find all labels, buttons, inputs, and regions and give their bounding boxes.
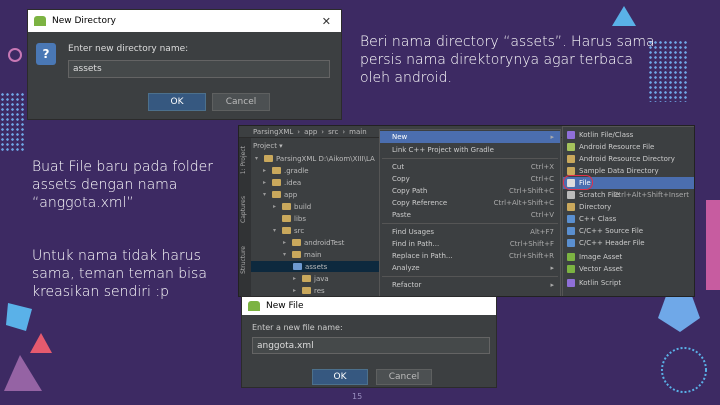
tree-item[interactable]: ▸ res (293, 285, 325, 296)
ok-button[interactable]: OK (312, 369, 368, 385)
menu-item-find-usages[interactable]: Find Usages Alt+F7 (380, 226, 560, 238)
folder-icon (567, 155, 575, 163)
dialog-titlebar: New Directory ✕ (28, 10, 341, 32)
tree-item-selected[interactable]: assets (251, 261, 379, 272)
kotlin-icon (567, 131, 575, 139)
new-file-dialog: New File Enter a new file name: anggota.… (241, 296, 497, 388)
question-icon: ? (36, 43, 56, 65)
dialog-title: New File (266, 301, 304, 311)
dialog-titlebar: New File (242, 297, 496, 315)
tree-item[interactable]: ▸ build (273, 201, 311, 212)
menu-item-new[interactable]: New ▸ (380, 131, 560, 143)
ok-button[interactable]: OK (148, 93, 206, 111)
tree-item[interactable]: ▸ .idea (263, 177, 301, 188)
android-icon (567, 253, 575, 261)
android-studio-icon (34, 16, 46, 26)
menu-item-copy-reference[interactable]: Copy Reference Ctrl+Alt+Shift+C (380, 197, 560, 209)
decor-dots-left (0, 92, 26, 152)
submenu-item-vector-asset[interactable]: Vector Asset (563, 263, 694, 275)
kotlin-icon (567, 279, 575, 287)
breadcrumb-item[interactable]: src (328, 128, 338, 136)
menu-item-copy-path[interactable]: Copy Path Ctrl+Shift+C (380, 185, 560, 197)
side-tab-structure[interactable]: Structure (240, 246, 250, 274)
submenu-item-cpp-source[interactable]: C/C++ Source File (563, 225, 694, 237)
menu-item-cut[interactable]: Cut Ctrl+X (380, 161, 560, 173)
submenu-item-cpp-class[interactable]: C++ Class (563, 213, 694, 225)
side-tab-project[interactable]: 1: Project (240, 146, 250, 174)
tree-item[interactable]: libs (273, 213, 306, 224)
breadcrumb-item[interactable]: ParsingXML (253, 128, 293, 136)
tree-item[interactable]: ▸ .gradle (263, 165, 309, 176)
close-icon[interactable]: ✕ (322, 15, 331, 28)
folder-icon (567, 167, 575, 175)
submenu-item-cpp-header[interactable]: C/C++ Header File (563, 237, 694, 249)
cpp-icon (567, 227, 575, 235)
side-tool-tabs: 1: Project Captures Structure (239, 138, 251, 296)
ide-project-panel: ParsingXML › app › src › main 1: Project Ca… (238, 125, 695, 297)
menu-item-analyze[interactable]: Analyze ▸ (380, 262, 560, 274)
android-file-icon (567, 143, 575, 151)
submenu-item-android-resource-directory[interactable]: Android Resource Directory (563, 153, 694, 165)
decor-shapes-bottom-left (4, 303, 52, 391)
cancel-button[interactable]: Cancel (376, 369, 432, 385)
android-studio-icon (248, 301, 260, 311)
tree-item[interactable]: ▾ ParsingXML D:\Aikom\XIII\LA (255, 153, 375, 164)
tree-item[interactable]: ▾ src (273, 225, 304, 236)
folder-icon (567, 203, 575, 211)
new-directory-dialog: New Directory ✕ ? Enter new directory na… (27, 9, 342, 120)
annotation-circle (563, 175, 593, 190)
page-number: 15 (352, 392, 363, 401)
file-name-input[interactable]: anggota.xml (252, 337, 490, 354)
file-name-prompt: Enter a new file name: (252, 323, 343, 332)
decor-bar-right (706, 200, 720, 290)
tree-item[interactable]: ▸ java (293, 273, 329, 284)
tree-item[interactable]: ▸ androidTest (283, 237, 344, 248)
new-submenu: Kotlin File/Class Android Resource File … (562, 126, 694, 296)
breadcrumb-item[interactable]: app (304, 128, 317, 136)
submenu-item-directory[interactable]: Directory (563, 201, 694, 213)
side-tab-captures[interactable]: Captures (240, 196, 250, 223)
menu-item-refactor[interactable]: Refactor ▸ (380, 279, 560, 291)
breadcrumb-item[interactable]: main (349, 128, 367, 136)
submenu-item-kotlin-class[interactable]: Kotlin File/Class (563, 129, 694, 141)
submenu-item-image-asset[interactable]: Image Asset (563, 251, 694, 263)
decor-circle (8, 48, 22, 62)
cpp-icon (567, 239, 575, 247)
decor-triangle-blue (612, 6, 636, 26)
context-menu: New ▸ Link C++ Project with Gradle Cut Ctr… (379, 129, 561, 296)
submenu-item-kotlin-script[interactable]: Kotlin Script (563, 277, 694, 289)
android-icon (567, 265, 575, 273)
menu-item-paste[interactable]: Paste Ctrl+V (380, 209, 560, 221)
instruction-text-create-file: Buat File baru pada folder assets dengan… (32, 159, 214, 211)
scratch-file-icon (567, 191, 575, 199)
menu-item-link-cpp[interactable]: Link C++ Project with Gradle (380, 144, 560, 156)
menu-item-replace-in-path[interactable]: Replace in Path... Ctrl+Shift+R (380, 250, 560, 262)
directory-name-prompt: Enter new directory name: (68, 44, 189, 54)
submenu-item-scratch-file[interactable]: Scratch File Ctrl+Alt+Shift+Insert (563, 189, 694, 201)
menu-item-find-in-path[interactable]: Find in Path... Ctrl+Shift+F (380, 238, 560, 250)
dialog-title: New Directory (52, 16, 116, 26)
instruction-text-naming-note: Untuk nama tidak harus sama, teman teman… (32, 248, 207, 300)
decor-shapes-bottom-right (658, 296, 707, 393)
menu-item-copy[interactable]: Copy Ctrl+C (380, 173, 560, 185)
tree-item[interactable]: ▾ app (263, 189, 297, 200)
tree-item[interactable]: ▾ main (283, 249, 322, 260)
instruction-text-top: Beri nama directory “assets”. Harus sama… (360, 34, 655, 86)
directory-name-input[interactable]: assets (68, 60, 330, 78)
cancel-button[interactable]: Cancel (212, 93, 270, 111)
project-tree: Project ▾ ▾ ParsingXML D:\Aikom\XIII\LA ▸… (251, 140, 379, 296)
submenu-item-android-resource-file[interactable]: Android Resource File (563, 141, 694, 153)
tree-header[interactable]: Project ▾ (253, 140, 283, 151)
cpp-icon (567, 215, 575, 223)
